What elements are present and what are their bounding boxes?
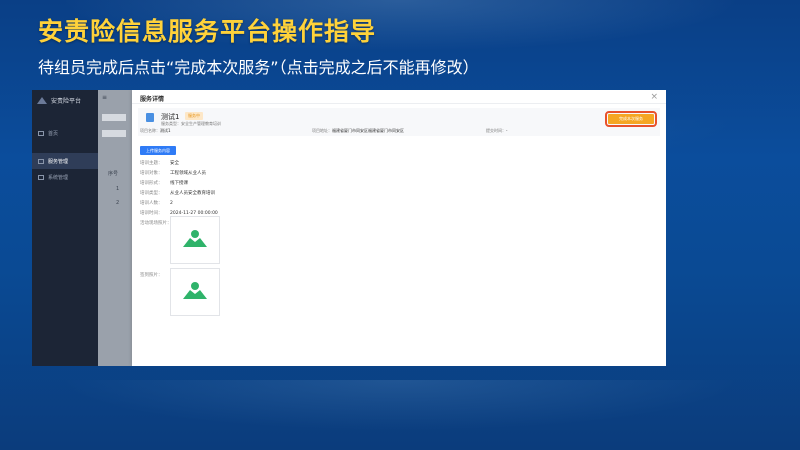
project-name: 项目名称：测试1 bbox=[140, 128, 171, 134]
sidebar-item-home[interactable]: 首页 bbox=[32, 125, 98, 141]
activity-photo[interactable] bbox=[170, 216, 220, 264]
home-icon bbox=[38, 130, 44, 136]
field-label: 培训类型： bbox=[140, 191, 163, 196]
project-address-label: 项目地址： bbox=[312, 128, 332, 133]
close-icon[interactable]: × bbox=[650, 92, 658, 102]
submit-time-label: 提交时间： bbox=[486, 128, 506, 133]
field-label: 培训主题： bbox=[140, 161, 163, 166]
field-label: 培训时间： bbox=[140, 211, 163, 216]
submit-time-value: - bbox=[506, 128, 508, 133]
system-icon bbox=[38, 174, 44, 180]
field-row: 培训对象： 工程领域从业人员 bbox=[140, 170, 206, 176]
field-value: 从业人员安全教育培训 bbox=[170, 191, 215, 196]
project-address-value: 福建省厦门市同安区福建省厦门市同安区 bbox=[332, 128, 404, 133]
field-row: 培训人数： 2 bbox=[140, 200, 173, 206]
sidebar-item-system[interactable]: 系统管理 bbox=[32, 169, 98, 185]
bg-filter-field bbox=[102, 114, 126, 121]
field-value: 工程领域从业人员 bbox=[170, 171, 206, 176]
sidebar-item-label: 服务管理 bbox=[48, 158, 69, 165]
slide-subtitle: 待组员完成后点击“完成本次服务”（点击完成之后不能再修改） bbox=[38, 58, 479, 77]
app-name: 安责险平台 bbox=[51, 98, 82, 105]
sidebar-item-service[interactable]: 服务管理 bbox=[32, 153, 98, 169]
field-row: 培训形式： 线下授课 bbox=[140, 180, 188, 186]
field-row: 培训类型： 从业人员安全教育培训 bbox=[140, 190, 215, 196]
field-value: 2 bbox=[170, 201, 173, 206]
image-placeholder-icon bbox=[183, 230, 207, 247]
menu-icon: ≡ bbox=[102, 94, 108, 101]
modal-title: 服务详情 bbox=[140, 96, 165, 103]
image-placeholder-icon bbox=[183, 282, 207, 299]
sidebar-item-label: 首页 bbox=[48, 130, 59, 137]
activity-photo-label: 活动现场照片： bbox=[140, 221, 172, 226]
field-value: 安全 bbox=[170, 161, 179, 166]
field-row: 培训主题： 安全 bbox=[140, 160, 179, 166]
service-detail-modal: 服务详情 × 测试1 服务中 服务类型：安全生产管理教育培训 完成本次服务 项目… bbox=[132, 90, 666, 366]
sign-in-photo-label: 签到照片： bbox=[140, 273, 163, 278]
document-icon bbox=[146, 113, 154, 122]
project-address: 项目地址：福建省厦门市同安区福建省厦门市同安区 bbox=[312, 128, 404, 134]
project-name-label: 项目名称： bbox=[140, 128, 160, 133]
modal-divider bbox=[132, 103, 666, 104]
submit-time: 提交时间：- bbox=[486, 128, 507, 134]
bg-table-row: 1 bbox=[116, 186, 120, 192]
complete-service-button[interactable]: 完成本次服务 bbox=[605, 111, 657, 127]
bg-table-header: 序号 bbox=[108, 171, 119, 177]
field-value: 线下授课 bbox=[170, 181, 188, 186]
sidebar: 安责险平台 首页 服务管理 系统管理 bbox=[32, 90, 98, 366]
app-screenshot: 安责险平台 首页 服务管理 系统管理 ≡ 序号 1 2 服务详情 × 测试1 服… bbox=[32, 90, 666, 366]
sign-in-photo[interactable] bbox=[170, 268, 220, 316]
bg-table-row: 2 bbox=[116, 200, 120, 206]
field-label: 培训对象： bbox=[140, 171, 163, 176]
service-icon bbox=[38, 158, 44, 164]
bg-filter-field bbox=[102, 130, 126, 137]
upload-service-content-button[interactable]: 上传服务内容 bbox=[140, 146, 176, 155]
field-label: 培训人数： bbox=[140, 201, 163, 206]
status-badge: 服务中 bbox=[185, 112, 203, 120]
app-logo: 安责险平台 bbox=[32, 90, 98, 111]
slide-title: 安责险信息服务平台操作指导 bbox=[38, 17, 377, 46]
project-name-value: 测试1 bbox=[160, 128, 171, 133]
service-type: 服务类型：安全生产管理教育培训 bbox=[161, 121, 221, 126]
background-page-overlay: ≡ 序号 1 2 bbox=[98, 90, 132, 366]
sidebar-item-label: 系统管理 bbox=[48, 174, 69, 181]
logo-icon bbox=[37, 97, 47, 104]
field-label: 培训形式： bbox=[140, 181, 163, 186]
